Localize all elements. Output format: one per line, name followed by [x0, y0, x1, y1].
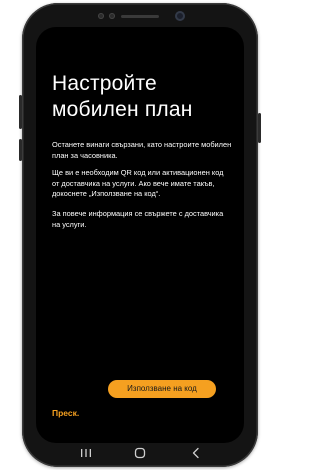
iris-sensor [109, 13, 115, 19]
skip-button[interactable]: Преск. [52, 408, 79, 418]
recent-apps-icon[interactable] [76, 445, 96, 461]
code-info-paragraph: Ще ви е необходим QR код или активационе… [52, 168, 224, 198]
back-icon[interactable] [186, 445, 206, 461]
phone-frame: Настройте мобилен план Останете винаги с… [19, 3, 261, 467]
front-camera [175, 11, 185, 21]
volume-button [19, 95, 22, 129]
screen: Настройте мобилен план Останете винаги с… [36, 27, 244, 443]
bixby-button [19, 139, 22, 161]
home-icon[interactable] [130, 445, 150, 461]
earpiece-speaker [121, 15, 159, 18]
navigation-bar [36, 443, 244, 463]
description-paragraph: Останете винаги свързани, като настроите… [52, 140, 232, 160]
power-button [258, 113, 261, 143]
use-code-button[interactable]: Използване на код [108, 380, 216, 398]
proximity-sensor [98, 13, 104, 19]
contact-info-paragraph: За повече информация се свържете с доста… [52, 209, 224, 229]
page-title: Настройте мобилен план [52, 72, 193, 121]
